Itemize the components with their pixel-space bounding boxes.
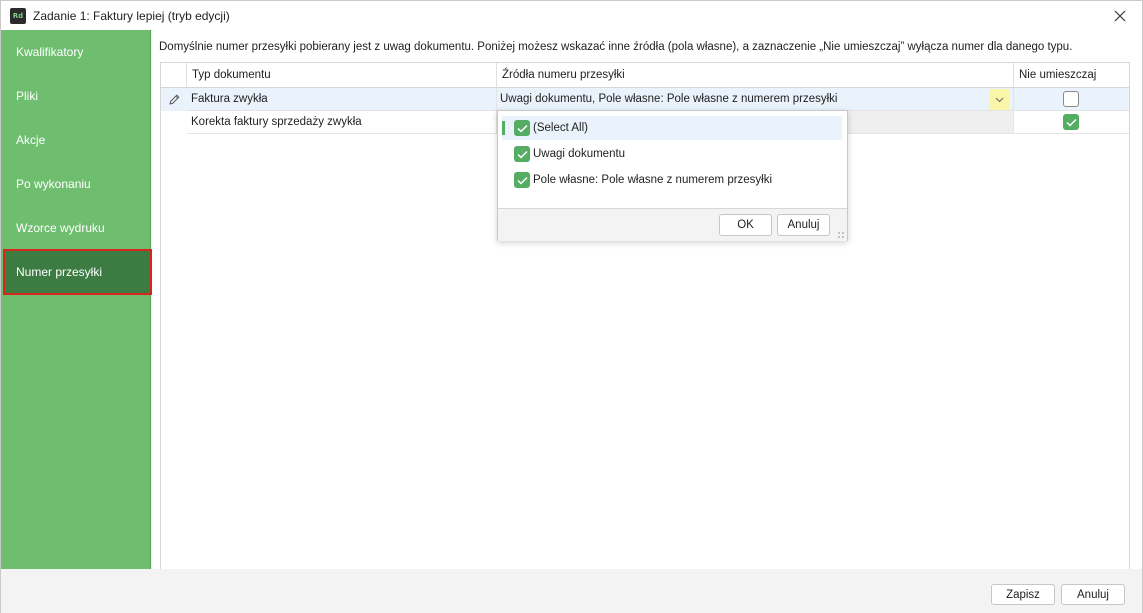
sidebar: Kwalifikatory Pliki Akcje Po wykonaniu W…	[1, 30, 152, 569]
cell-nie-umieszczaj	[1014, 111, 1129, 134]
pencil-icon	[169, 94, 179, 105]
checklist-dropdown: (Select All) Uwagi dokumentu Pole własne…	[497, 110, 848, 241]
row-indicator-header	[161, 63, 187, 88]
checkmark-icon	[516, 124, 528, 133]
focus-indicator	[502, 121, 505, 135]
cancel-button[interactable]: Anuluj	[1061, 584, 1125, 605]
dropdown-checkbox[interactable]	[514, 146, 530, 162]
checkmark-icon	[1065, 118, 1077, 127]
dropdown-item-pole-wlasne[interactable]: Pole własne: Pole własne z numerem przes…	[502, 168, 842, 192]
cell-zrodla-editor[interactable]: Uwagi dokumentu, Pole własne: Pole własn…	[497, 88, 1014, 111]
table-row[interactable]: Faktura zwykła Uwagi dokumentu, Pole wła…	[161, 88, 1129, 111]
nie-umieszczaj-checkbox[interactable]	[1063, 91, 1079, 107]
column-header-typ-dokumentu[interactable]: Typ dokumentu	[187, 63, 497, 88]
dialog-window: Rd Zadanie 1: Faktury lepiej (tryb edycj…	[0, 0, 1143, 613]
dialog-footer: Zapisz Anuluj	[1, 569, 1142, 613]
chevron-down-icon	[995, 97, 1003, 102]
dropdown-footer: OK Anuluj	[498, 208, 847, 241]
dropdown-checkbox[interactable]	[514, 120, 530, 136]
app-logo-icon: Rd	[10, 8, 26, 24]
checkmark-icon	[516, 150, 528, 159]
sidebar-item-akcje[interactable]: Akcje	[1, 118, 151, 162]
sidebar-item-wzorce-wydruku[interactable]: Wzorce wydruku	[1, 206, 151, 250]
column-header-nie-umieszczaj[interactable]: Nie umieszczaj	[1014, 63, 1129, 88]
close-icon	[1114, 10, 1126, 21]
resize-grip-icon[interactable]	[837, 231, 845, 239]
dropdown-item-select-all[interactable]: (Select All)	[502, 116, 842, 140]
checkmark-icon	[516, 176, 528, 185]
dropdown-checkbox[interactable]	[514, 172, 530, 188]
window-title: Zadanie 1: Faktury lepiej (tryb edycji)	[33, 9, 230, 23]
save-button[interactable]: Zapisz	[991, 584, 1055, 605]
cell-nie-umieszczaj	[1014, 88, 1129, 111]
dropdown-item-label: Uwagi dokumentu	[533, 148, 626, 160]
dropdown-item-label: (Select All)	[533, 122, 588, 134]
close-button[interactable]	[1098, 1, 1142, 30]
dropdown-button[interactable]	[989, 89, 1009, 110]
info-text: Domyślnie numer przesyłki pobierany jest…	[159, 41, 1073, 53]
nie-umieszczaj-checkbox[interactable]	[1063, 114, 1079, 130]
title-bar: Rd Zadanie 1: Faktury lepiej (tryb edycj…	[1, 1, 1142, 30]
dropdown-ok-button[interactable]: OK	[719, 214, 772, 236]
sidebar-item-pliki[interactable]: Pliki	[1, 74, 151, 118]
dropdown-item-uwagi-dokumentu[interactable]: Uwagi dokumentu	[502, 142, 842, 166]
sidebar-item-numer-przesylki[interactable]: Numer przesyłki	[3, 249, 152, 295]
cell-typ-dokumentu[interactable]: Faktura zwykła	[187, 88, 497, 111]
sidebar-item-kwalifikatory[interactable]: Kwalifikatory	[1, 30, 151, 74]
row-indicator	[161, 111, 187, 134]
dropdown-cancel-button[interactable]: Anuluj	[777, 214, 830, 236]
row-indicator	[161, 88, 187, 111]
cell-typ-dokumentu[interactable]: Korekta faktury sprzedaży zwykła	[187, 111, 497, 134]
sidebar-item-po-wykonaniu[interactable]: Po wykonaniu	[1, 162, 151, 206]
column-header-zrodla[interactable]: Źródła numeru przesyłki	[497, 63, 1014, 88]
dropdown-item-label: Pole własne: Pole własne z numerem przes…	[533, 174, 773, 186]
